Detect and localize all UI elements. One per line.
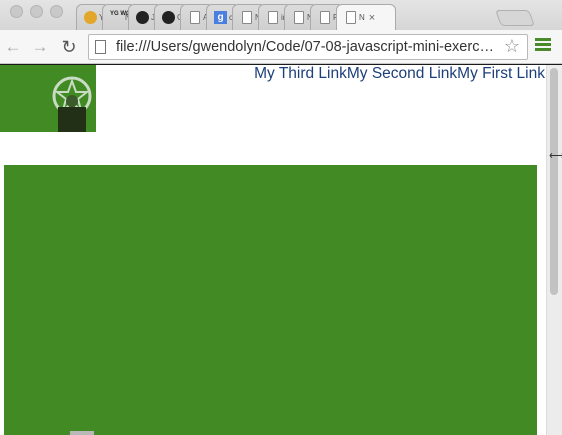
vertical-scrollbar[interactable] <box>546 65 562 435</box>
maximize-window-button[interactable] <box>50 5 63 18</box>
back-arrow-icon[interactable]: ← <box>2 36 24 58</box>
nav-link-first[interactable]: My First Link <box>457 65 545 82</box>
google-icon: g <box>214 11 227 24</box>
scrollbar-thumb[interactable] <box>550 68 558 295</box>
tab-strip: Y YG WG N J G A g c N ir <box>76 4 396 30</box>
nav-link-third[interactable]: My Third Link <box>254 65 347 82</box>
page-icon <box>292 11 305 24</box>
nav-links: My Third LinkMy Second LinkMy First Link <box>254 65 545 83</box>
browser-tab-active[interactable]: N × <box>336 4 396 30</box>
minimize-window-button[interactable] <box>30 5 43 18</box>
page-icon <box>188 11 201 24</box>
github-icon <box>136 11 149 24</box>
page-viewport: My Third LinkMy Second LinkMy First Link <box>0 65 546 435</box>
close-icon[interactable]: × <box>369 12 375 24</box>
url-text[interactable]: file:///Users/gwendolyn/Code/07-08-javas… <box>116 39 501 55</box>
menu-icon[interactable] <box>535 38 551 54</box>
bookmark-star-icon[interactable]: ☆ <box>504 36 520 57</box>
avatar <box>52 76 92 132</box>
close-window-button[interactable] <box>10 5 23 18</box>
page-icon <box>318 11 331 24</box>
page-icon <box>266 11 279 24</box>
browser-toolbar: ← → ↻ file:///Users/gwendolyn/Code/07-08… <box>0 30 562 64</box>
forward-arrow-icon[interactable]: → <box>29 36 51 58</box>
tab-label: N <box>359 13 365 22</box>
nav-link-second[interactable]: My Second Link <box>347 65 457 82</box>
github-icon <box>162 11 175 24</box>
new-tab-button[interactable] <box>495 10 535 26</box>
reload-icon[interactable]: ↻ <box>58 36 80 58</box>
main-content-block <box>4 165 537 435</box>
page-icon <box>344 11 357 24</box>
resize-cursor-icon: ⟷ <box>549 150 562 162</box>
browser-titlebar: Y YG WG N J G A g c N ir <box>0 0 562 30</box>
page-icon <box>95 40 106 54</box>
horizontal-scrollbar-thumb[interactable] <box>70 431 94 435</box>
paw-icon <box>84 11 97 24</box>
page-icon <box>240 11 253 24</box>
logo-banner <box>0 65 96 132</box>
yg-icon: YG WG <box>110 11 131 17</box>
address-bar[interactable]: file:///Users/gwendolyn/Code/07-08-javas… <box>88 34 528 60</box>
